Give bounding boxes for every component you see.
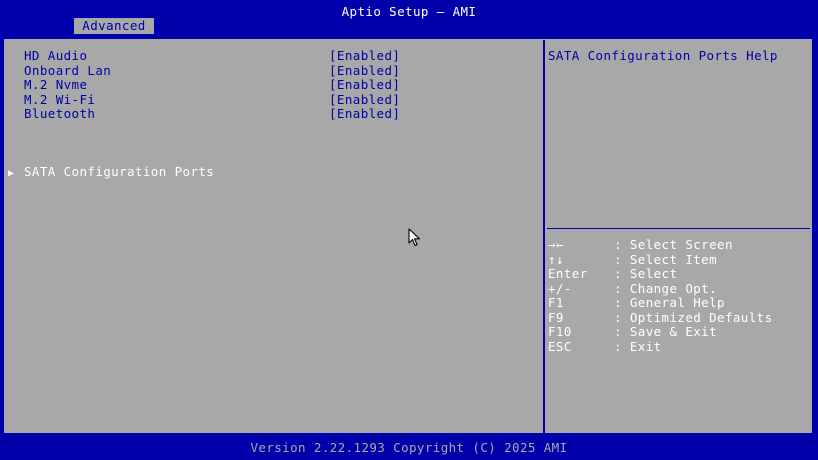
key-hint-key: F9: [548, 309, 564, 325]
key-hint-desc: : Optimized Defaults: [614, 309, 773, 325]
key-hint-row: F9 : Optimized Defaults: [548, 309, 808, 325]
submenu-arrow-icon: ▶: [8, 168, 15, 179]
key-hint-desc: : Exit: [614, 338, 662, 354]
key-hint-desc: : General Help: [614, 295, 725, 310]
key-hint-row: ↑↓ : Select Item: [548, 251, 808, 267]
key-hint-key: Enter: [548, 266, 588, 281]
setting-value[interactable]: [Enabled]: [329, 77, 400, 92]
setting-value[interactable]: [Enabled]: [329, 63, 400, 78]
submenu-label: SATA Configuration Ports: [24, 164, 215, 179]
help-pane: [545, 39, 812, 433]
help-separator: [547, 228, 810, 229]
setting-label: HD Audio: [24, 48, 88, 63]
setting-label: Onboard Lan: [24, 62, 112, 78]
mouse-pointer-icon: [408, 228, 421, 247]
key-hint-desc: : Save & Exit: [614, 324, 718, 339]
setting-label: M.2 Wi-Fi: [24, 91, 96, 107]
setting-value[interactable]: [Enabled]: [329, 106, 400, 121]
key-hint-key: F10: [548, 324, 572, 339]
key-hint-key: F1: [548, 295, 564, 310]
setting-row-m2-wifi[interactable]: M.2 Wi-Fi [Enabled]: [24, 92, 524, 107]
key-hint-desc: : Select Screen: [614, 237, 733, 252]
key-hint-row: F10 : Save & Exit: [548, 324, 808, 339]
setting-row-m2-nvme[interactable]: M.2 Nvme [Enabled]: [24, 77, 524, 92]
key-hint-key: ↑↓: [548, 251, 564, 267]
setting-label: Bluetooth: [24, 106, 96, 121]
key-hint-row: +/- : Change Opt.: [548, 280, 808, 296]
key-hint-row: →← : Select Screen: [548, 237, 808, 252]
key-hint-desc: : Change Opt.: [614, 280, 718, 296]
submenu-sata-configuration-ports[interactable]: ▶ SATA Configuration Ports: [8, 164, 214, 179]
setting-value[interactable]: [Enabled]: [329, 92, 400, 107]
footer-version: Version 2.22.1293 Copyright (C) 2025 AMI: [0, 438, 818, 460]
app-title: Aptio Setup – AMI: [341, 4, 477, 19]
key-hint-row: Enter : Select: [548, 266, 808, 281]
key-hint-key: +/-: [548, 280, 572, 296]
help-title: SATA Configuration Ports Help: [548, 48, 778, 63]
setting-value[interactable]: [Enabled]: [329, 48, 400, 63]
key-hint-desc: : Select: [614, 266, 678, 281]
key-hint-key: ESC: [548, 338, 572, 354]
setting-row-bluetooth[interactable]: Bluetooth [Enabled]: [24, 106, 524, 121]
header-bar: Aptio Setup – AMI Advanced: [0, 0, 818, 34]
tab-advanced[interactable]: Advanced: [74, 18, 154, 34]
key-hint-row: ESC : Exit: [548, 338, 808, 354]
key-hint-row: F1 : General Help: [548, 295, 808, 310]
setting-row-hd-audio[interactable]: HD Audio [Enabled]: [24, 48, 524, 63]
setting-label: M.2 Nvme: [24, 77, 88, 92]
setting-row-onboard-lan[interactable]: Onboard Lan [Enabled]: [24, 63, 524, 78]
key-hint-desc: : Select Item: [614, 251, 718, 267]
key-hint-key: →←: [548, 237, 564, 252]
